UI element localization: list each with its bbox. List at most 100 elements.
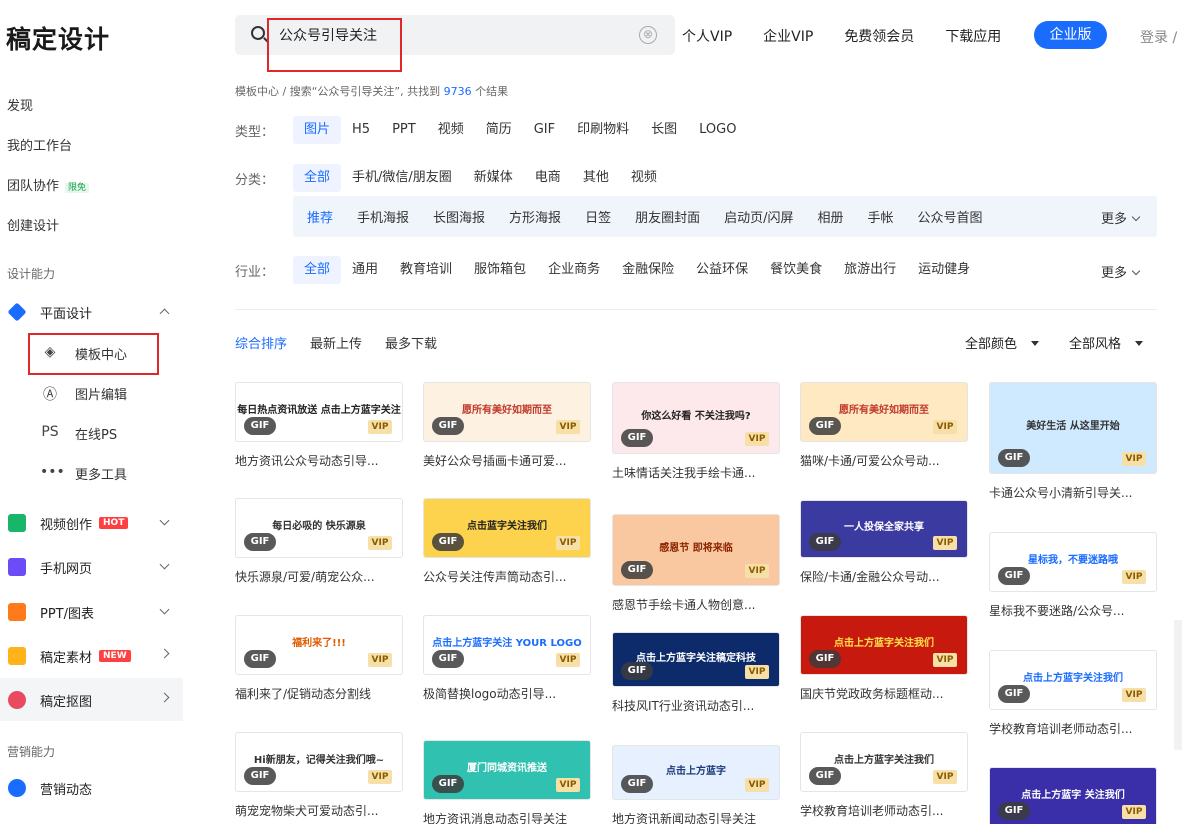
- type-option[interactable]: 图片: [293, 116, 342, 144]
- template-thumbnail[interactable]: 点击上方蓝字关注 YOUR LOGO GIF VIP: [423, 615, 591, 675]
- template-thumbnail[interactable]: 感恩节 即将来临 GIF VIP: [612, 514, 780, 586]
- template-thumbnail[interactable]: 厦门同城资讯推送 GIF VIP: [423, 740, 591, 800]
- template-caption[interactable]: 福利来了/促销动态分割线: [235, 685, 403, 702]
- category-option[interactable]: 电商: [524, 164, 572, 192]
- subcategory-option[interactable]: 朋友圈封面: [623, 207, 712, 226]
- template-thumbnail[interactable]: Hi新朋友，记得关注我们哦~ GIF VIP: [235, 732, 403, 792]
- enterprise-button[interactable]: 企业版: [1034, 21, 1107, 49]
- subcategory-option[interactable]: 长图海报: [421, 207, 497, 226]
- sort-option[interactable]: 综合排序: [235, 333, 287, 352]
- industry-option[interactable]: 旅游出行: [833, 256, 907, 284]
- industry-option[interactable]: 运动健身: [907, 256, 981, 284]
- sidebar-menu-h5[interactable]: 手机网页: [8, 557, 170, 577]
- category-option[interactable]: 手机/微信/朋友圈: [341, 164, 463, 192]
- template-card[interactable]: 美好生活 从这里开始 GIF VIP 卡通公众号小清新引导关...: [989, 382, 1157, 501]
- template-card[interactable]: 福利来了!!! GIF VIP 福利来了/促销动态分割线: [235, 615, 403, 702]
- sidebar-menu-assets[interactable]: 稿定素材 NEW: [8, 646, 170, 666]
- sidebar-item-team[interactable]: 团队协作 限免: [7, 175, 90, 194]
- subcategory-option[interactable]: 推荐: [295, 207, 345, 226]
- sub-item-template-center[interactable]: ◈ 模板中心: [40, 343, 127, 363]
- template-caption[interactable]: 公众号关注传声筒动态引...: [423, 568, 591, 585]
- template-card[interactable]: 星标我，不要迷路哦 GIF VIP 星标我不要迷路/公众号...: [989, 532, 1157, 619]
- template-card[interactable]: Hi新朋友，记得关注我们哦~ GIF VIP 萌宠宠物柴犬可爱动态引...: [235, 732, 403, 819]
- template-card[interactable]: 点击上方蓝字 关注我们 GIF VIP: [989, 767, 1157, 824]
- template-card[interactable]: 你这么好看 不关注我吗? GIF VIP 土味情话关注我手绘卡通...: [612, 382, 780, 481]
- template-caption[interactable]: 地方资讯新闻动态引导关注: [612, 810, 780, 824]
- sidebar-item-create[interactable]: 创建设计: [7, 215, 59, 234]
- industry-option[interactable]: 通用: [341, 256, 389, 284]
- template-caption[interactable]: 星标我不要迷路/公众号...: [989, 602, 1157, 619]
- sidebar-menu-video[interactable]: 视频创作 HOT: [8, 513, 170, 533]
- template-thumbnail[interactable]: 你这么好看 不关注我吗? GIF VIP: [612, 382, 780, 454]
- industry-option[interactable]: 教育培训: [389, 256, 463, 284]
- template-card[interactable]: 点击上方蓝字关注稿定科技 GIF VIP 科技风IT行业资讯动态引...: [612, 632, 780, 714]
- sort-option[interactable]: 最多下载: [385, 333, 437, 352]
- template-thumbnail[interactable]: 福利来了!!! GIF VIP: [235, 615, 403, 675]
- template-caption[interactable]: 卡通公众号小清新引导关...: [989, 484, 1157, 501]
- type-option[interactable]: 长图: [640, 116, 688, 144]
- template-caption[interactable]: 学校教育培训老师动态引...: [800, 802, 968, 819]
- template-caption[interactable]: 国庆节党政政务标题框动...: [800, 685, 968, 702]
- industry-option[interactable]: 金融保险: [611, 256, 685, 284]
- subcategory-option[interactable]: 公众号首图: [906, 207, 995, 226]
- template-caption[interactable]: 美好公众号插画卡通可爱...: [423, 452, 591, 469]
- template-card[interactable]: 点击上方蓝字关注 YOUR LOGO GIF VIP 极简替换logo动态引导...: [423, 615, 591, 702]
- template-card[interactable]: 点击上方蓝字关注我们 GIF VIP 国庆节党政政务标题框动...: [800, 615, 968, 702]
- industry-option[interactable]: 公益环保: [685, 256, 759, 284]
- template-caption[interactable]: 保险/卡通/金融公众号动...: [800, 568, 968, 585]
- type-option[interactable]: LOGO: [688, 116, 747, 144]
- clear-icon[interactable]: ⊗: [639, 26, 657, 44]
- subcategory-option[interactable]: 手帐: [856, 207, 906, 226]
- template-thumbnail[interactable]: 每日必吸的 快乐源泉 GIF VIP: [235, 498, 403, 558]
- industry-option[interactable]: 企业商务: [537, 256, 611, 284]
- template-caption[interactable]: 土味情话关注我手绘卡通...: [612, 464, 780, 481]
- type-option[interactable]: 简历: [475, 116, 523, 144]
- template-thumbnail[interactable]: 美好生活 从这里开始 GIF VIP: [989, 382, 1157, 474]
- template-caption[interactable]: 萌宠宠物柴犬可爱动态引...: [235, 802, 403, 819]
- template-caption[interactable]: 快乐源泉/可爱/萌宠公众...: [235, 568, 403, 585]
- template-card[interactable]: 每日必吸的 快乐源泉 GIF VIP 快乐源泉/可爱/萌宠公众...: [235, 498, 403, 585]
- template-caption[interactable]: 感恩节手绘卡通人物创意...: [612, 596, 780, 613]
- industry-option[interactable]: 餐饮美食: [759, 256, 833, 284]
- sub-item-image-edit[interactable]: Ⓐ 图片编辑: [40, 383, 127, 403]
- login-link[interactable]: 登录 /: [1140, 27, 1177, 47]
- industry-more-button[interactable]: 更多: [1101, 262, 1139, 281]
- subcategory-option[interactable]: 日签: [573, 207, 623, 226]
- subcategory-option[interactable]: 相册: [805, 207, 855, 226]
- type-option[interactable]: H5: [341, 116, 381, 144]
- category-option[interactable]: 其他: [572, 164, 620, 192]
- template-card[interactable]: 点击上方蓝字关注我们 GIF VIP 学校教育培训老师动态引...: [989, 650, 1157, 737]
- template-card[interactable]: 愿所有美好如期而至 GIF VIP 猫咪/卡通/可爱公众号动...: [800, 382, 968, 469]
- template-thumbnail[interactable]: 点击上方蓝字关注我们 GIF VIP: [989, 650, 1157, 710]
- search-input[interactable]: [279, 23, 619, 47]
- subcategory-option[interactable]: 启动页/闪屏: [712, 207, 805, 226]
- template-card[interactable]: 愿所有美好如期而至 GIF VIP 美好公众号插画卡通可爱...: [423, 382, 591, 469]
- template-caption[interactable]: 地方资讯公众号动态引导...: [235, 452, 403, 469]
- subcategory-option[interactable]: 手机海报: [345, 207, 421, 226]
- template-thumbnail[interactable]: 点击上方蓝字关注我们 GIF VIP: [800, 732, 968, 792]
- template-card[interactable]: 每日热点资讯放送 点击上方蓝字关注 GIF VIP 地方资讯公众号动态引导...: [235, 382, 403, 469]
- category-option[interactable]: 视频: [620, 164, 668, 192]
- template-thumbnail[interactable]: 每日热点资讯放送 点击上方蓝字关注 GIF VIP: [235, 382, 403, 442]
- sidebar-item-discover[interactable]: 发现: [7, 95, 33, 114]
- template-thumbnail[interactable]: 愿所有美好如期而至 GIF VIP: [800, 382, 968, 442]
- template-caption[interactable]: 极简替换logo动态引导...: [423, 685, 591, 702]
- template-thumbnail[interactable]: 一人投保全家共享 GIF VIP: [800, 500, 968, 558]
- nav-download-app[interactable]: 下载应用: [945, 26, 1001, 46]
- type-option[interactable]: 视频: [427, 116, 475, 144]
- search-bar[interactable]: ⊗: [235, 15, 675, 55]
- sub-item-online-ps[interactable]: PS 在线PS: [40, 423, 117, 443]
- category-option[interactable]: 新媒体: [463, 164, 524, 192]
- style-dropdown[interactable]: 全部风格: [1069, 333, 1143, 352]
- template-thumbnail[interactable]: 点击上方蓝字 GIF VIP: [612, 745, 780, 800]
- subcategory-option[interactable]: 方形海报: [497, 207, 573, 226]
- template-card[interactable]: 点击上方蓝字 GIF VIP 地方资讯新闻动态引导关注: [612, 745, 780, 824]
- template-caption[interactable]: 学校教育培训老师动态引...: [989, 720, 1157, 737]
- nav-free-member[interactable]: 免费领会员: [844, 26, 914, 46]
- sort-option[interactable]: 最新上传: [310, 333, 362, 352]
- type-option[interactable]: GIF: [523, 116, 566, 144]
- template-card[interactable]: 一人投保全家共享 GIF VIP 保险/卡通/金融公众号动...: [800, 500, 968, 585]
- sidebar-menu-marketing[interactable]: 营销动态: [8, 778, 168, 798]
- category-option[interactable]: 全部: [293, 164, 342, 192]
- template-thumbnail[interactable]: 点击上方蓝字 关注我们 GIF VIP: [989, 767, 1157, 824]
